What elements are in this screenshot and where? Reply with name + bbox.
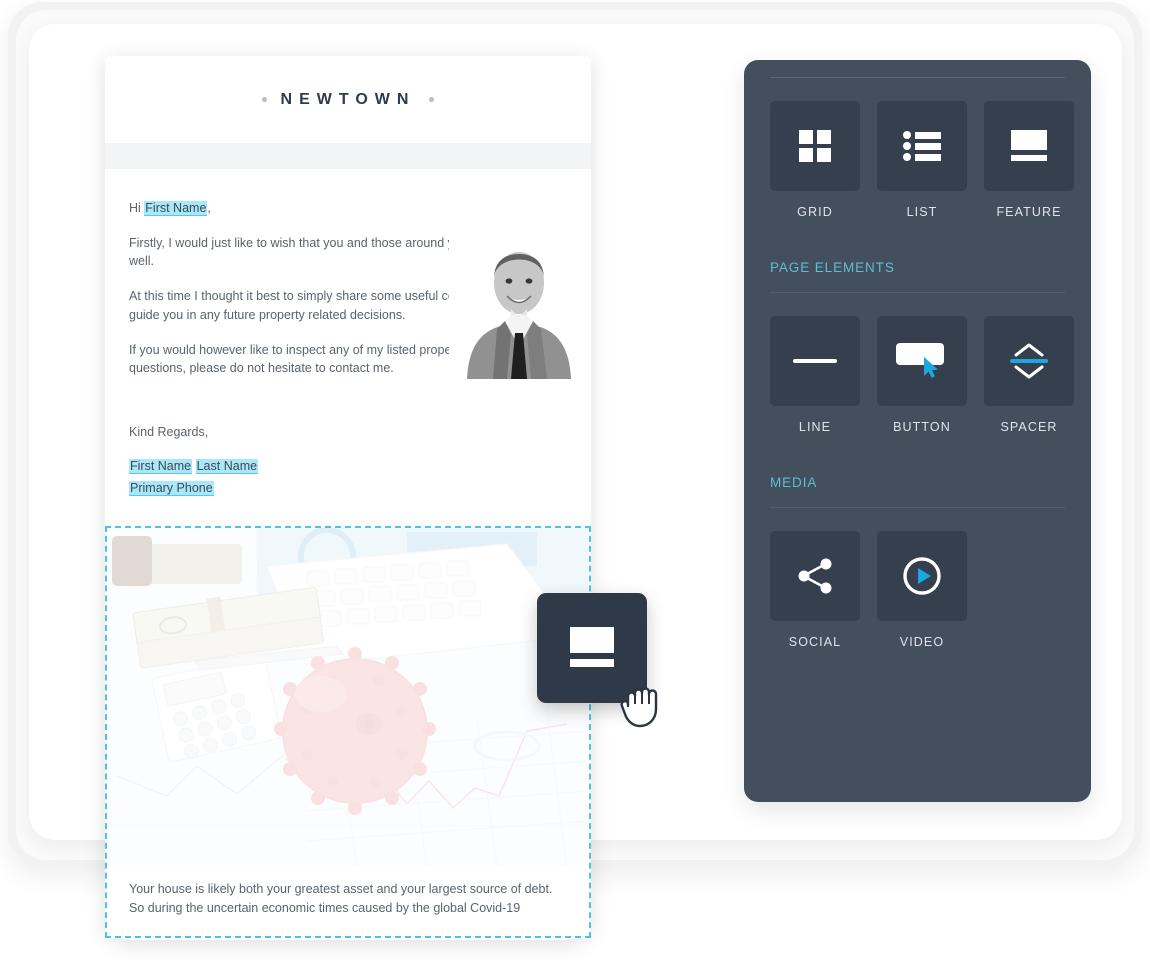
tile-line-label: LINE <box>798 420 832 434</box>
tile-feature-button[interactable] <box>984 101 1074 191</box>
tile-grid-label: GRID <box>797 205 833 219</box>
grab-hand-cursor <box>619 676 665 728</box>
button-icon <box>896 343 944 378</box>
section-title-media: MEDIA <box>770 475 818 490</box>
tile-feature[interactable]: FEATURE <box>984 101 1074 219</box>
feature-icon <box>1011 130 1047 161</box>
brand-name: NEWTOWN <box>280 90 416 108</box>
greeting-suffix: , <box>207 201 211 215</box>
tile-grid[interactable]: GRID <box>770 101 860 219</box>
tile-grid-button[interactable] <box>770 101 860 191</box>
media-tiles-row: SOCIAL VIDEO <box>770 531 1065 649</box>
line-icon <box>793 359 837 363</box>
tile-list-button[interactable] <box>877 101 967 191</box>
tile-line-button[interactable] <box>770 316 860 406</box>
header-divider-band <box>105 143 591 169</box>
panel-top-divider <box>770 77 1065 78</box>
signature-phone-line: Primary Phone <box>129 479 567 497</box>
brand-logo: NEWTOWN <box>261 90 435 109</box>
brand-dot-left-icon <box>261 97 267 102</box>
merge-tag-last-name[interactable]: Last Name <box>195 459 259 474</box>
greeting-line: Hi First Name, <box>129 199 567 217</box>
grid-icon <box>799 130 831 162</box>
page-elements-tiles-row: LINE BUTTON SPACER <box>770 316 1074 434</box>
tile-video-label: VIDEO <box>899 635 945 649</box>
merge-tag-first-name-sig[interactable]: First Name <box>129 459 193 474</box>
signoff-text: Kind Regards, <box>129 424 209 439</box>
merge-tag-first-name[interactable]: First Name <box>144 201 208 216</box>
tile-spacer-label: SPACER <box>1000 420 1058 434</box>
tile-list[interactable]: LIST <box>877 101 967 219</box>
hero-image <box>107 528 589 866</box>
brand-dot-right-icon <box>429 97 435 102</box>
merge-tag-primary-phone[interactable]: Primary Phone <box>129 481 214 497</box>
greeting-prefix: Hi <box>129 201 145 215</box>
tile-line[interactable]: LINE <box>770 316 860 434</box>
email-header[interactable]: NEWTOWN <box>105 56 591 143</box>
feature-icon <box>570 627 614 667</box>
tile-feature-label: FEATURE <box>996 205 1062 219</box>
hero-caption[interactable]: Your house is likely both your greatest … <box>107 866 589 936</box>
tile-social-label: SOCIAL <box>788 635 842 649</box>
hero-caption-line-2: So during the uncertain economic times c… <box>129 901 521 916</box>
email-body[interactable]: Hi First Name, Firstly, I would just lik… <box>105 169 591 509</box>
tile-list-label: LIST <box>906 205 938 219</box>
hero-caption-line-1: Your house is likely both your greatest … <box>129 882 553 896</box>
tile-social-button[interactable] <box>770 531 860 621</box>
signature-merge-lines: First Name Last Name Primary Phone <box>129 457 567 497</box>
tile-video-button[interactable] <box>877 531 967 621</box>
elements-panel[interactable]: GRID LIST FEATURE PAGE ELEMENTS LINE BUT… <box>744 60 1091 802</box>
tile-social[interactable]: SOCIAL <box>770 531 860 649</box>
section-divider-page-elements <box>770 292 1065 293</box>
list-icon <box>903 131 941 161</box>
share-icon <box>798 558 832 594</box>
section-divider-media <box>770 507 1065 508</box>
spacer-icon <box>1010 343 1048 379</box>
tile-button-label: BUTTON <box>893 420 951 434</box>
image-block-dropzone[interactable]: Your house is likely both your greatest … <box>105 526 591 938</box>
tile-button[interactable]: BUTTON <box>877 316 967 434</box>
layout-tiles-row: GRID LIST FEATURE <box>770 101 1074 219</box>
tile-video[interactable]: VIDEO <box>877 531 967 649</box>
tile-button-button[interactable] <box>877 316 967 406</box>
section-title-page-elements: PAGE ELEMENTS <box>770 260 895 275</box>
tile-spacer-button[interactable] <box>984 316 1074 406</box>
app-canvas: NEWTOWN Hi First Name, Firstly, I would … <box>0 0 1150 960</box>
signature-name-line: First Name Last Name <box>129 457 567 475</box>
tile-spacer[interactable]: SPACER <box>984 316 1074 434</box>
signature-block: Kind Regards, First Name Last Name Prima… <box>129 423 567 497</box>
agent-portrait-image <box>449 229 589 379</box>
play-circle-icon <box>903 557 941 595</box>
